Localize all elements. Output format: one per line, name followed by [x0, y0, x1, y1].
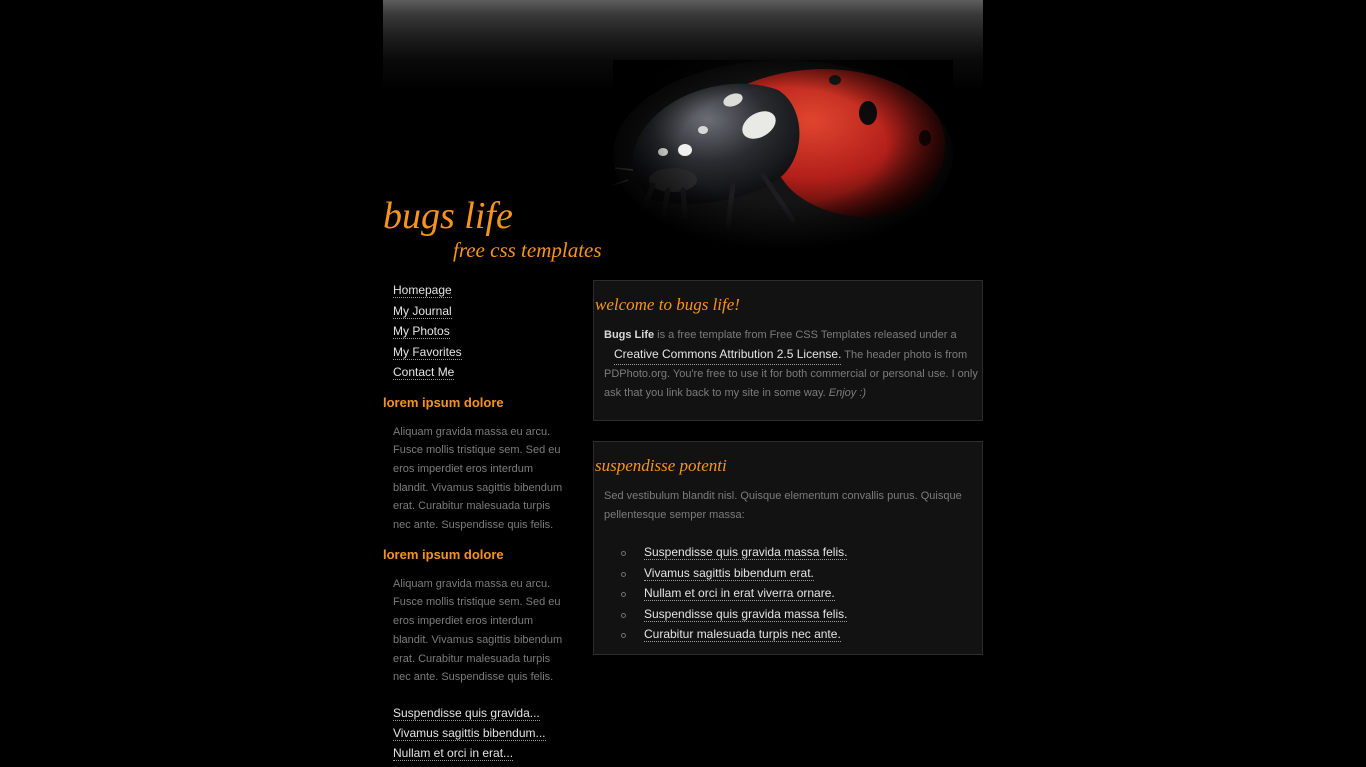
site-subtitle: free css templates: [453, 238, 602, 262]
list-link[interactable]: Suspendisse quis gravida massa felis.: [644, 606, 848, 622]
menu-link-journal[interactable]: My Journal: [393, 303, 452, 319]
sidebar-link[interactable]: Suspendisse quis gravida...: [393, 705, 540, 721]
sidebar-link-item: Nullam et orci in erat...: [393, 743, 583, 763]
sidebar-link[interactable]: Vivamus sagittis bibendum...: [393, 725, 546, 741]
welcome-box: welcome to bugs life! Bugs Life is a fre…: [593, 280, 983, 421]
menu-item-homepage: Homepage: [393, 280, 583, 301]
welcome-heading: welcome to bugs life!: [595, 295, 740, 314]
sidebar-links: Suspendisse quis gravida... Vivamus sagi…: [383, 703, 583, 763]
menu-link-photos[interactable]: My Photos: [393, 324, 450, 339]
circle-bullet-icon: [621, 592, 626, 597]
list-link[interactable]: Suspendisse quis gravida massa felis.: [644, 545, 848, 560]
circle-bullet-icon: [621, 571, 626, 577]
main-content: welcome to bugs life! Bugs Life is a fre…: [593, 280, 983, 655]
welcome-closing: Enjoy :): [828, 387, 867, 399]
circle-bullet-icon: [621, 551, 626, 556]
list-item: Suspendisse quis gravida massa felis.: [621, 542, 982, 563]
menu-link-contact[interactable]: Contact Me: [393, 365, 455, 380]
page-wrapper: bugs life free css templates Homepage My…: [383, 0, 983, 767]
welcome-text: Bugs Life is a free template from Free C…: [604, 326, 980, 403]
list-item: Vivamus sagittis bibendum erat.: [621, 563, 982, 584]
list-link[interactable]: Vivamus sagittis bibendum erat.: [644, 565, 814, 581]
circle-bullet-icon: [621, 612, 626, 618]
welcome-text-part: is a free template from Free CSS Templat…: [654, 329, 957, 341]
menu-link-homepage[interactable]: Homepage: [393, 283, 452, 298]
sidebar-text: Aliquam gravida massa eu arcu. Fusce mol…: [393, 425, 563, 532]
menu-link-favorites[interactable]: My Favorites: [393, 344, 462, 360]
circle-bullet-icon: [621, 633, 626, 638]
ladybug-photo: [613, 60, 953, 250]
list-item: Curabitur malesuada turpis nec ante.: [621, 624, 982, 645]
template-name: Bugs Life: [604, 329, 655, 341]
license-link[interactable]: Creative Commons Attribution 2.5 License…: [614, 345, 842, 365]
main-menu: Homepage My Journal My Photos My Favorit…: [383, 280, 583, 383]
suspendisse-heading: suspendisse potenti: [595, 456, 727, 475]
menu-item-journal: My Journal: [393, 301, 583, 322]
sidebar: Homepage My Journal My Photos My Favorit…: [383, 280, 583, 763]
list-link[interactable]: Curabitur malesuada turpis nec ante.: [644, 627, 841, 642]
suspendisse-text: Sed vestibulum blandit nisl. Quisque ele…: [604, 490, 962, 521]
list-item: Suspendisse quis gravida massa felis.: [621, 604, 982, 625]
suspendisse-list: Suspendisse quis gravida massa felis. Vi…: [594, 542, 982, 645]
list-link[interactable]: Nullam et orci in erat viverra ornare.: [644, 586, 835, 601]
menu-item-photos: My Photos: [393, 321, 583, 342]
sidebar-heading: lorem ipsum dolore: [383, 546, 504, 562]
menu-item-favorites: My Favorites: [393, 342, 583, 363]
menu-item-contact: Contact Me: [393, 362, 583, 383]
sidebar-link-item: Suspendisse quis gravida...: [393, 703, 583, 723]
header: bugs life free css templates: [383, 0, 983, 270]
site-title: bugs life: [383, 195, 513, 237]
suspendisse-box: suspendisse potenti Sed vestibulum bland…: [593, 441, 983, 655]
sidebar-link[interactable]: Nullam et orci in erat...: [393, 745, 514, 761]
list-item: Nullam et orci in erat viverra ornare.: [621, 583, 982, 604]
sidebar-heading: lorem ipsum dolore: [383, 394, 504, 410]
sidebar-link-item: Vivamus sagittis bibendum...: [393, 723, 583, 743]
sidebar-text: Aliquam gravida massa eu arcu. Fusce mol…: [393, 577, 563, 684]
